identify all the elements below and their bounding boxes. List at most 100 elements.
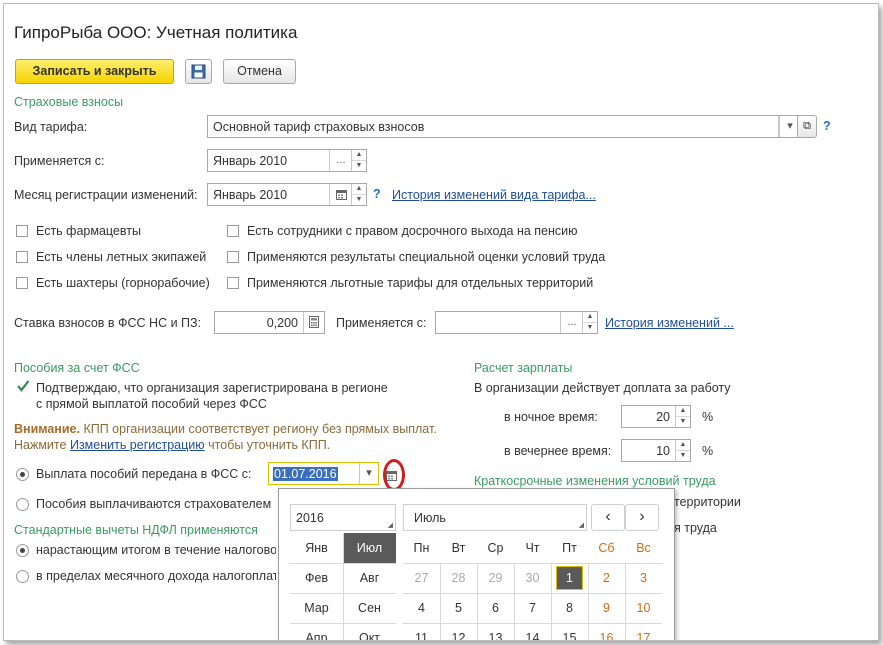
save-close-button[interactable]: Записать и закрыть: [15, 59, 174, 84]
short-term-partial-1: территории: [674, 495, 741, 509]
calendar-month-select[interactable]: Июль ◢: [403, 504, 587, 531]
month-sep[interactable]: Сен: [343, 593, 396, 623]
rate-history-link[interactable]: История изменений ...: [605, 316, 734, 330]
month-apr[interactable]: Апр: [290, 623, 343, 640]
confirm-line1: Подтверждаю, что организация зарегистрир…: [36, 381, 388, 395]
month-oct[interactable]: Окт: [343, 623, 396, 640]
month-mar[interactable]: Мар: [290, 593, 343, 623]
ndfl-monthly-radio[interactable]: [16, 570, 29, 583]
day-cell[interactable]: 15: [551, 623, 588, 640]
reduced-tariffs-label: Применяются льготные тарифы для отдельны…: [247, 276, 594, 290]
applies2-field[interactable]: ... ▲ ▼: [435, 311, 598, 334]
flight-crew-checkbox[interactable]: [16, 251, 28, 263]
confirm-line2: с прямой выплатой пособий через ФСС: [36, 397, 267, 411]
calendar-next-button[interactable]: ›: [625, 504, 659, 531]
day-cell[interactable]: 28: [440, 563, 477, 593]
day-cell[interactable]: 7: [514, 593, 551, 623]
arrow-up-icon: ▲: [352, 150, 366, 161]
reduced-tariffs-checkbox[interactable]: [227, 277, 239, 289]
applies2-stepper[interactable]: ▲ ▼: [582, 312, 597, 333]
month-reg-stepper[interactable]: ▲ ▼: [351, 184, 366, 205]
employer-pays-radio[interactable]: [16, 498, 29, 511]
day-cell[interactable]: 29: [477, 563, 514, 593]
month-reg-help-icon[interactable]: ?: [373, 187, 381, 201]
day-cell[interactable]: 12: [440, 623, 477, 640]
day-cell-selected[interactable]: 1: [551, 563, 588, 593]
day-cell[interactable]: 4: [403, 593, 440, 623]
short-term-partial-2: я труда: [674, 521, 717, 535]
day-cell[interactable]: 30: [514, 563, 551, 593]
day-cell[interactable]: 11: [403, 623, 440, 640]
day-cell[interactable]: 17: [625, 623, 662, 640]
calendar-month: Июль: [414, 511, 446, 525]
tariff-open-button[interactable]: ⧉: [797, 115, 817, 138]
night-stepper[interactable]: ▲ ▼: [675, 406, 690, 427]
early-retirement-checkbox[interactable]: [227, 225, 239, 237]
applies-select-button[interactable]: ...: [329, 150, 352, 171]
corner-arrow-icon: ◢: [387, 522, 393, 529]
special-assessment-checkbox[interactable]: [227, 251, 239, 263]
day-cell[interactable]: 13: [477, 623, 514, 640]
fss-date-dropdown-button[interactable]: ▾: [359, 463, 378, 484]
corner-arrow-icon: ◢: [578, 522, 584, 529]
applies-field[interactable]: Январь 2010 ... ▲ ▼: [207, 149, 367, 172]
miners-checkbox[interactable]: [16, 277, 28, 289]
day-cell[interactable]: 14: [514, 623, 551, 640]
cancel-button[interactable]: Отмена: [223, 59, 296, 84]
night-field[interactable]: 20 ▲ ▼: [621, 405, 691, 428]
warning-text: КПП организации соответствует региону бе…: [83, 422, 437, 436]
tariff-help-icon[interactable]: ?: [823, 119, 831, 133]
day-cell[interactable]: 2: [588, 563, 625, 593]
day-cell[interactable]: 9: [588, 593, 625, 623]
warning-suffix: чтобы уточнить КПП.: [208, 438, 331, 452]
calendar-popup: 2016 ◢ Июль ◢ ‹ › Янв Июл Фев Авг Мар Се…: [278, 488, 675, 640]
weekday-mon: Пн: [413, 541, 430, 555]
fss-date-field[interactable]: 01.07.2016 ▾: [268, 462, 379, 485]
evening-stepper[interactable]: ▲ ▼: [675, 440, 690, 461]
benefits-section-title: Пособия за счет ФСС: [14, 361, 140, 375]
month-jan[interactable]: Янв: [290, 533, 343, 563]
applies2-label: Применяется с:: [336, 316, 427, 330]
fss-transferred-radio[interactable]: [16, 468, 29, 481]
calendar-year-select[interactable]: 2016 ◢: [290, 504, 396, 531]
calendar-icon: [335, 190, 347, 200]
highlight-ring: [383, 459, 405, 491]
day-cell[interactable]: 6: [477, 593, 514, 623]
applies2-select-button[interactable]: ...: [560, 312, 583, 333]
confirm-region-checkbox[interactable]: [16, 379, 30, 393]
day-cell[interactable]: 8: [551, 593, 588, 623]
day-cell[interactable]: 10: [625, 593, 662, 623]
calendar-prev-button[interactable]: ‹: [591, 504, 625, 531]
ellipsis-icon: ...: [567, 316, 577, 328]
day-cell[interactable]: 27: [403, 563, 440, 593]
day-cell[interactable]: 16: [588, 623, 625, 640]
month-aug[interactable]: Авг: [343, 563, 396, 593]
save-button[interactable]: [185, 59, 212, 84]
tariff-select[interactable]: Основной тариф страховых взносов ▾: [207, 115, 801, 138]
month-reg-field[interactable]: Январь 2010 ▲ ▼: [207, 183, 367, 206]
tariff-value: Основной тариф страховых взносов: [213, 120, 425, 134]
applies-stepper[interactable]: ▲ ▼: [351, 150, 366, 171]
miners-label: Есть шахтеры (горнорабочие): [36, 276, 210, 290]
ndfl-cumulative-radio[interactable]: [16, 544, 29, 557]
tariff-history-link[interactable]: История изменений вида тарифа...: [392, 188, 596, 202]
open-window-icon: ⧉: [803, 120, 811, 132]
warning-prefix: Нажмите: [14, 438, 67, 452]
fss-date-value: 01.07.2016: [273, 467, 338, 481]
fss-rate-calculator-button[interactable]: [303, 312, 324, 333]
month-reg-calendar-button[interactable]: [329, 184, 352, 205]
fss-rate-field[interactable]: 0,200: [214, 311, 325, 334]
change-registration-link[interactable]: Изменить регистрацию: [70, 438, 205, 452]
pharmacists-checkbox[interactable]: [16, 225, 28, 237]
month-feb[interactable]: Фев: [290, 563, 343, 593]
weekday-wed: Ср: [487, 541, 504, 555]
applies-label: Применяется с:: [14, 154, 105, 168]
day-cell[interactable]: 3: [625, 563, 662, 593]
month-reg-label: Месяц регистрации изменений:: [14, 188, 198, 202]
month-jul-selected[interactable]: Июл: [343, 533, 396, 563]
day-cell[interactable]: 5: [440, 593, 477, 623]
arrow-down-icon: ▼: [679, 452, 687, 459]
arrow-down-icon: ▼: [586, 324, 594, 331]
evening-field[interactable]: 10 ▲ ▼: [621, 439, 691, 462]
arrow-up-icon: ▲: [676, 440, 690, 451]
